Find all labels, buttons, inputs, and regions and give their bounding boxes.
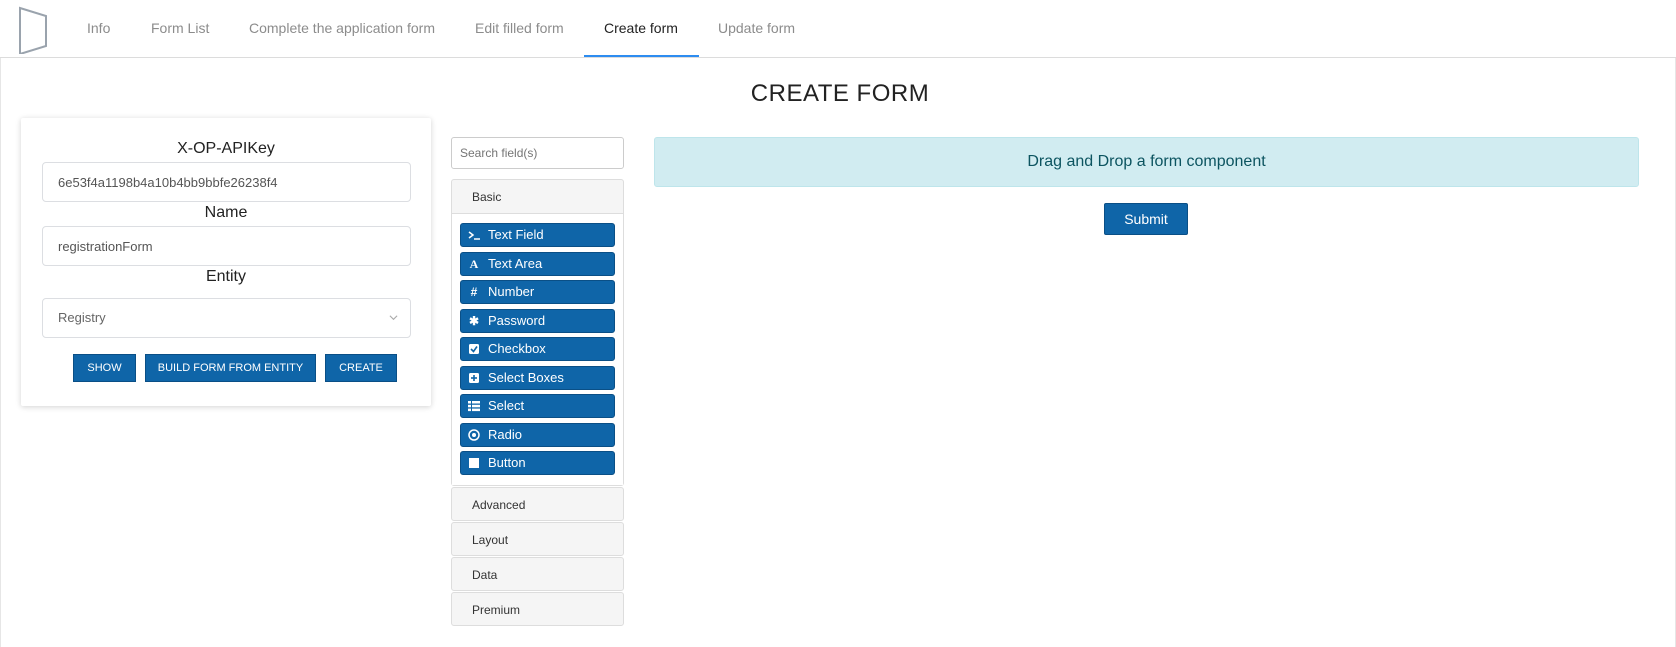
submit-button[interactable]: Submit [1104,203,1188,235]
plus-square-icon [469,373,479,383]
component-label: Text Field [488,227,544,242]
group-header-layout[interactable]: Layout [452,523,623,556]
entity-select[interactable]: Registry [42,298,411,338]
asterisk-icon: ✱ [468,314,480,328]
component-button[interactable]: Button [460,451,615,475]
name-label: Name [204,204,248,221]
component-label: Checkbox [488,341,546,356]
entity-select-value: Registry [58,310,106,325]
group-layout[interactable]: Layout [451,522,624,556]
component-search-input[interactable] [451,137,624,169]
chevron-down-icon [389,315,398,321]
name-input[interactable] [42,226,411,266]
component-label: Select [488,398,525,413]
component-label: Radio [488,427,522,442]
page-title: CREATE FORM [750,80,930,107]
tab-info[interactable]: Info [87,0,110,57]
component-checkbox[interactable]: Checkbox [460,337,615,361]
tab-edit-filled-form[interactable]: Edit filled form [475,0,564,57]
component-number[interactable]: # Number [460,280,615,304]
th-list-icon [468,401,480,412]
group-header-basic[interactable]: Basic [452,180,623,213]
group-data[interactable]: Data [451,557,624,591]
component-label: Button [488,455,526,470]
component-label: Select Boxes [488,370,564,385]
hashtag-icon: # [470,285,478,299]
component-label: Password [488,313,546,328]
component-label: Number [488,284,535,299]
drop-zone[interactable]: Drag and Drop a form component [654,137,1639,187]
group-header-data[interactable]: Data [452,558,623,591]
form-config-card: X-OP-APIKey Name Entity Registry SHOW BU… [21,118,431,406]
show-button[interactable]: SHOW [73,354,136,382]
build-form-from-entity-button[interactable]: BUILD FORM FROM ENTITY [145,354,316,382]
component-select-boxes[interactable]: Select Boxes [460,366,615,390]
component-radio[interactable]: Radio [460,423,615,447]
create-button[interactable]: CREATE [325,354,397,382]
entity-label: Entity [205,268,246,285]
terminal-icon [468,231,480,240]
active-tab-indicator [584,55,699,57]
group-advanced[interactable]: Advanced [451,487,624,521]
group-header-premium[interactable]: Premium [452,593,623,626]
tab-form-list[interactable]: Form List [151,0,209,57]
group-premium[interactable]: Premium [451,592,624,626]
group-header-advanced[interactable]: Advanced [452,488,623,521]
tab-update-form[interactable]: Update form [718,0,795,57]
check-square-icon [469,344,479,354]
tab-complete-application-form[interactable]: Complete the application form [249,0,435,57]
stop-icon [469,458,479,468]
api-key-label: X-OP-APIKey [177,140,275,157]
component-password[interactable]: ✱ Password [460,309,615,333]
component-text-field[interactable]: Text Field [460,223,615,247]
top-navigation: Info Form List Complete the application … [0,0,1676,58]
logo-icon [19,6,47,54]
api-key-input[interactable] [42,162,411,202]
dot-circle-icon [468,429,480,441]
component-text-area[interactable]: A Text Area [460,252,615,276]
component-label: Text Area [488,256,543,271]
font-icon: A [469,257,479,271]
tab-create-form[interactable]: Create form [604,0,678,57]
group-basic: Basic Text Field A Text Area # Number ✱ … [451,179,624,486]
basic-components-list: Text Field A Text Area # Number ✱ Passwo… [452,213,623,485]
component-select[interactable]: Select [460,394,615,418]
